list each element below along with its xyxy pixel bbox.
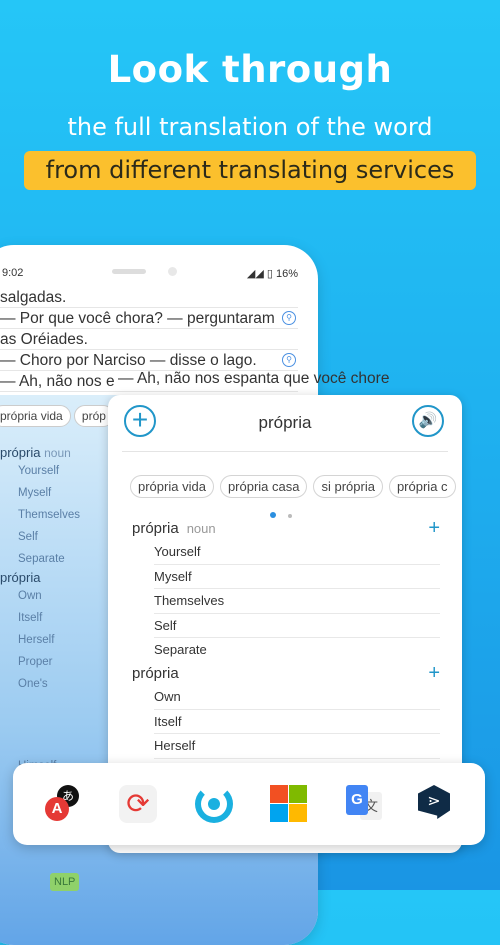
divider: [122, 451, 448, 452]
translation-item[interactable]: Separate: [154, 638, 440, 663]
link-icon[interactable]: ⚲: [282, 311, 296, 325]
translation: Own: [18, 590, 42, 602]
nlp-icon[interactable]: NLP: [50, 873, 80, 891]
translation-item[interactable]: Itself: [154, 710, 440, 734]
translation: One's: [18, 678, 48, 690]
translation-item[interactable]: Herself: [154, 734, 440, 759]
page-dot[interactable]: [288, 514, 292, 518]
translation: Themselves: [18, 509, 80, 521]
translation: Herself: [18, 634, 55, 646]
battery-percent: 16%: [275, 268, 298, 280]
translation: Yourself: [18, 465, 60, 477]
yandex-icon[interactable]: [195, 785, 233, 823]
add-icon[interactable]: +: [428, 517, 440, 540]
translation-section: própria + Own Itself Herself: [132, 662, 440, 759]
translation: Proper: [18, 656, 53, 668]
translation-item[interactable]: Yourself: [154, 540, 440, 565]
translation-services-bar: あ A ⟳ 文 G ⋗: [13, 763, 485, 845]
translation-item[interactable]: Myself: [154, 565, 440, 589]
page-dot-active[interactable]: [270, 512, 276, 518]
phone-speaker: [112, 269, 146, 274]
book-line: — Por que você chora? — perguntaram ⚲: [0, 308, 298, 329]
speaker-icon[interactable]: 🔊: [412, 405, 444, 437]
book-line: salgadas.: [0, 287, 298, 308]
google-translate-icon[interactable]: 文 G: [346, 785, 384, 823]
deepl-icon[interactable]: ⋗: [418, 785, 450, 819]
translation: Myself: [18, 487, 52, 499]
translation: Itself: [18, 612, 43, 624]
book-line: as Oréiades.: [0, 329, 298, 350]
background-dictionary: própria vida próp própria noun Yourself …: [0, 405, 114, 777]
phrase-chip[interactable]: própria c: [388, 475, 456, 498]
book-line-overflow: — Ah, não nos espanta que você chore: [118, 370, 390, 387]
reverso-icon[interactable]: あ A: [45, 785, 83, 823]
section-word: própria: [132, 665, 179, 682]
section-word: própria: [132, 520, 179, 537]
card-word: própria: [258, 413, 312, 432]
abbyy-icon[interactable]: ⟳: [119, 785, 157, 823]
translation-item[interactable]: Own: [154, 685, 440, 710]
promo-title: Look through: [107, 48, 393, 91]
phrase-chips: própria vida própria casa si própria própri…: [130, 475, 462, 498]
book-line: — Choro por Narciso — disse o lago. ⚲: [0, 350, 298, 371]
translation-section: própria noun + Yourself Myself Themselves …: [132, 517, 440, 663]
phrase-chip[interactable]: si própria: [313, 475, 383, 498]
phone-camera: [168, 267, 177, 276]
section-heading: própria: [0, 570, 41, 585]
phrase-chip[interactable]: própria vida: [130, 475, 214, 498]
add-icon[interactable]: +: [428, 662, 440, 685]
status-time: 9:02: [2, 267, 24, 279]
status-battery: ◢◢ ▯ 16%: [246, 268, 298, 280]
translation-item[interactable]: Self: [154, 614, 440, 638]
phrase-chip[interactable]: própria casa: [219, 475, 308, 498]
translation: Separate: [18, 553, 65, 565]
section-heading: própria noun: [0, 445, 71, 460]
part-of-speech: noun: [186, 521, 216, 536]
translation-item[interactable]: Themselves: [154, 589, 440, 614]
chip: própria vida: [0, 405, 71, 427]
promo-highlight: from different translating services: [24, 151, 476, 190]
microsoft-translator-icon[interactable]: [270, 785, 308, 823]
promo-subtitle: the full translation of the word: [67, 113, 433, 141]
link-icon[interactable]: ⚲: [282, 353, 296, 367]
translation: Self: [18, 531, 38, 543]
